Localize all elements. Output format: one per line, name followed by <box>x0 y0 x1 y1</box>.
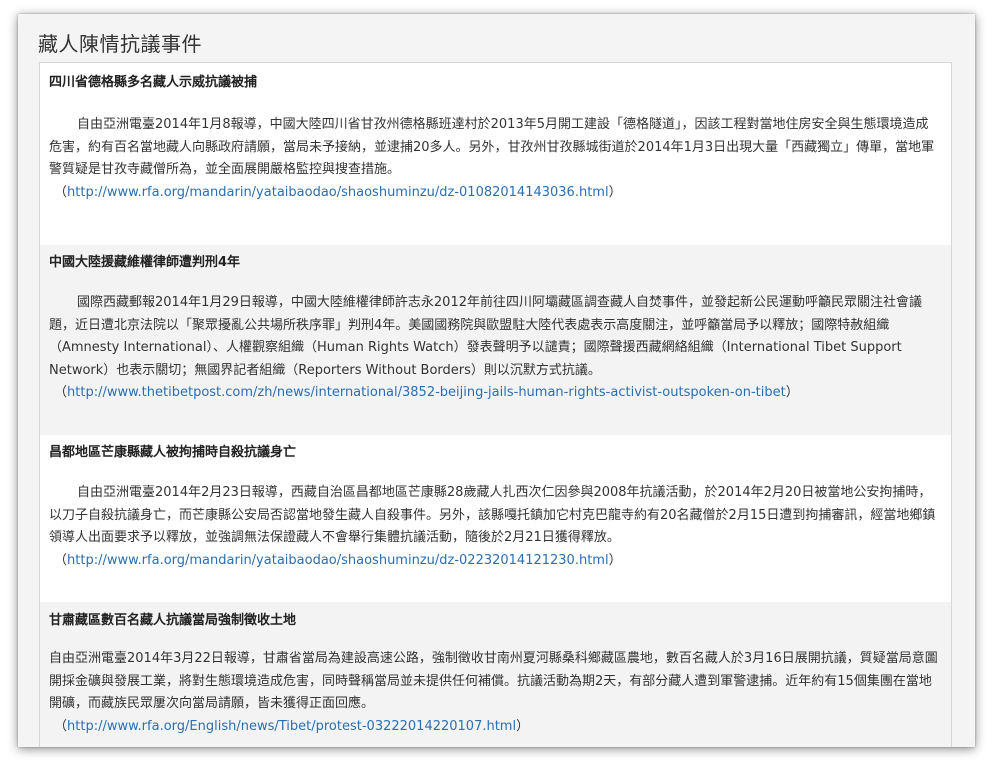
link-open-paren: （ <box>54 385 68 400</box>
source-link[interactable]: http://www.rfa.org/mandarin/yataibaodao/… <box>67 185 609 200</box>
article-title: 四川省德格縣多名藏人示威抗議被捕 <box>49 75 258 90</box>
article-text: 自由亞洲電臺2014年3月22日報導，甘肅省當局為建設高速公路，強制徵收甘南州夏… <box>49 651 938 711</box>
source-line: （http://www.thetibetpost.com/zh/news/int… <box>49 382 941 405</box>
link-close-paren: ） <box>785 385 799 400</box>
content-card: 藏人陳情抗議事件 四川省德格縣多名藏人示威抗議被捕 自由亞洲電臺2014年1月8… <box>18 14 975 747</box>
articles-panel: 四川省德格縣多名藏人示威抗議被捕 自由亞洲電臺2014年1月8報導，中國大陸四川… <box>39 62 952 747</box>
article: 中國大陸援藏維權律師遭判刑4年 國際西藏郵報2014年1月29日報導，中國大陸維… <box>40 245 951 435</box>
link-open-paren: （ <box>54 718 68 734</box>
article-text: 自由亞洲電臺2014年2月23日報導，西藏自治區昌都地區芒康縣28歲藏人扎西次仁… <box>49 485 936 545</box>
article-body: 國際西藏郵報2014年1月29日報導，中國大陸維權律師許志永2012年前往四川阿… <box>40 281 951 405</box>
source-link[interactable]: http://www.rfa.org/mandarin/yataibaodao/… <box>67 553 609 568</box>
source-line: （http://www.rfa.org/English/news/Tibet/p… <box>49 716 941 739</box>
source-line: （http://www.rfa.org/mandarin/yataibaodao… <box>49 182 941 205</box>
page-title: 藏人陳情抗議事件 <box>38 32 202 56</box>
article-text: 國際西藏郵報2014年1月29日報導，中國大陸維權律師許志永2012年前往四川阿… <box>49 295 922 378</box>
article-text: 自由亞洲電臺2014年1月8報導，中國大陸四川省甘孜州德格縣班達村於2013年5… <box>49 117 935 177</box>
link-open-paren: （ <box>54 184 68 200</box>
source-link[interactable]: http://www.thetibetpost.com/zh/news/inte… <box>67 385 786 400</box>
link-open-paren: （ <box>54 552 68 568</box>
source-line: （http://www.rfa.org/mandarin/yataibaodao… <box>49 550 941 573</box>
article-title: 甘肅藏區數百名藏人抗議當局強制徵收土地 <box>49 613 297 628</box>
source-link[interactable]: http://www.rfa.org/English/news/Tibet/pr… <box>67 719 516 734</box>
article: 四川省德格縣多名藏人示威抗議被捕 自由亞洲電臺2014年1月8報導，中國大陸四川… <box>40 63 951 245</box>
article: 甘肅藏區數百名藏人抗議當局強制徵收土地 自由亞洲電臺2014年3月22日報導，甘… <box>40 602 951 747</box>
article-body: 自由亞洲電臺2014年1月8報導，中國大陸四川省甘孜州德格縣班達村於2013年5… <box>40 102 951 204</box>
article: 昌都地區芒康縣藏人被拘捕時自殺抗議身亡 自由亞洲電臺2014年2月23日報導，西… <box>40 435 951 602</box>
link-close-paren: ） <box>516 718 530 734</box>
link-close-paren: ） <box>608 552 622 568</box>
article-body: 自由亞洲電臺2014年3月22日報導，甘肅省當局為建設高速公路，強制徵收甘南州夏… <box>40 640 951 738</box>
article-title: 昌都地區芒康縣藏人被拘捕時自殺抗議身亡 <box>49 445 297 460</box>
article-body: 自由亞洲電臺2014年2月23日報導，西藏自治區昌都地區芒康縣28歲藏人扎西次仁… <box>40 471 951 572</box>
article-title: 中國大陸援藏維權律師遭判刑4年 <box>49 255 241 270</box>
link-close-paren: ） <box>608 184 622 200</box>
